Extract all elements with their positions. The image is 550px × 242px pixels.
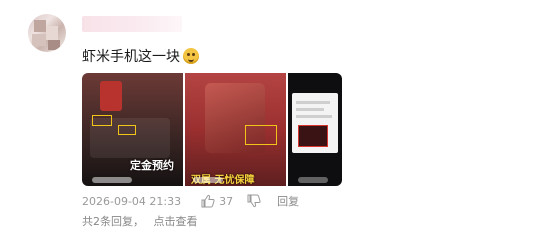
thumbs-down-icon [247, 194, 261, 208]
thumbnail-1[interactable]: 定金预约 [82, 73, 183, 186]
like-button[interactable]: 37 [201, 194, 233, 208]
replies-summary: 共2条回复， 点击查看 [82, 213, 198, 229]
reply-button[interactable]: 回复 [277, 193, 299, 209]
thumbnail-2[interactable]: 双属 无忧保障 [185, 73, 286, 186]
comment-meta: 2026-09-04 21:33 37 回复 [82, 193, 299, 209]
thumbs-up-icon [201, 194, 215, 208]
replies-count-text: 共2条回复， [82, 215, 144, 228]
image-strip: 定金预约 双属 无忧保障 [82, 73, 342, 186]
grinning-face-emoji-icon [183, 48, 199, 64]
view-replies-link[interactable]: 点击查看 [154, 215, 198, 228]
comment-text: 虾米手机这一块 [82, 49, 180, 65]
username-blurred [82, 16, 182, 32]
avatar[interactable] [28, 14, 66, 52]
thumbnail-3[interactable] [288, 73, 342, 186]
thumbnail-caption-white: 定金预约 [130, 159, 174, 172]
comment-body: 虾米手机这一块 [82, 46, 199, 66]
like-count: 37 [219, 194, 234, 208]
timestamp: 2026-09-04 21:33 [82, 194, 182, 208]
dislike-button[interactable] [247, 194, 261, 208]
